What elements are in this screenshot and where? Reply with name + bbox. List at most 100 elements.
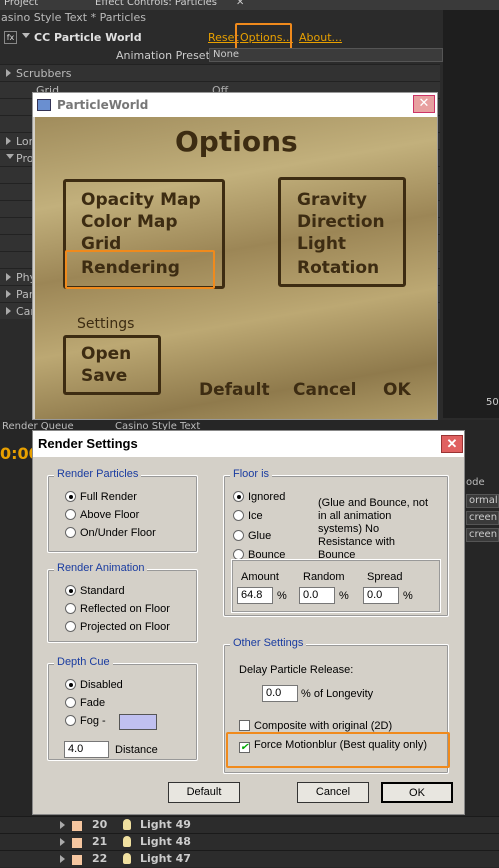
- radio-fade[interactable]: Fade: [65, 697, 105, 709]
- group-legend: Render Particles: [54, 468, 142, 480]
- delay-label: Delay Particle Release:: [239, 664, 354, 676]
- floor-params-box: [231, 559, 441, 613]
- longevity-label: % of Longevity: [301, 688, 374, 700]
- expand-arrow-icon[interactable]: [22, 33, 30, 38]
- radio-fog[interactable]: Fog -: [65, 715, 106, 727]
- options-heading: Options: [175, 125, 298, 158]
- radio-icon: [65, 621, 76, 632]
- window-icon: [37, 99, 51, 111]
- radio-icon: [65, 509, 76, 520]
- radio-icon: [233, 491, 244, 502]
- spread-input[interactable]: 0.0: [363, 587, 399, 604]
- rotation-item[interactable]: Rotation: [297, 257, 379, 279]
- presets-label: Animation Presets:: [116, 49, 220, 62]
- radio-glue[interactable]: Glue: [233, 530, 271, 542]
- delay-input[interactable]: 0.0: [262, 685, 298, 702]
- light-icon: [123, 836, 131, 847]
- distance-label: Distance: [115, 744, 158, 756]
- amount-input[interactable]: 64.8: [237, 587, 273, 604]
- cancel-item[interactable]: Cancel: [293, 379, 356, 401]
- particleworld-titlebar: ParticleWorld ✕: [33, 93, 437, 117]
- cancel-button[interactable]: Cancel: [297, 782, 369, 803]
- group-legend: Other Settings: [230, 637, 307, 649]
- top-tab-bar: [0, 0, 499, 10]
- settings-label: Settings: [77, 316, 135, 332]
- group-legend: Floor is: [230, 468, 273, 480]
- tab-project[interactable]: Project: [4, 0, 38, 8]
- radio-icon: [233, 510, 244, 521]
- radio-ignored[interactable]: Ignored: [233, 491, 285, 503]
- radio-ice[interactable]: Ice: [233, 510, 263, 522]
- light-icon: [123, 853, 131, 864]
- group-legend: Depth Cue: [54, 656, 113, 668]
- prop-row-scrubbers[interactable]: Scrubbers: [0, 64, 440, 81]
- rendering-highlight: [65, 250, 215, 289]
- fx-icon[interactable]: fx: [4, 31, 17, 44]
- light-item[interactable]: Light: [297, 233, 346, 255]
- composite-checkbox[interactable]: Composite with original (2D): [239, 720, 392, 732]
- spread-label: Spread: [367, 571, 403, 583]
- checkbox-icon: [239, 720, 250, 731]
- composition-viewer-strip: [443, 10, 499, 418]
- save-item[interactable]: Save: [81, 365, 127, 387]
- radio-disabled[interactable]: Disabled: [65, 679, 123, 691]
- tab-close-icon[interactable]: ✕: [236, 0, 244, 8]
- ok-button[interactable]: OK: [381, 782, 453, 803]
- radio-above-floor[interactable]: Above Floor: [65, 509, 139, 521]
- pct-label: %: [339, 590, 349, 602]
- open-item[interactable]: Open: [81, 343, 131, 365]
- pct-label: %: [403, 590, 413, 602]
- radio-full-render[interactable]: Full Render: [65, 491, 137, 503]
- label-color-swatch[interactable]: [72, 838, 82, 848]
- mode-dropdown[interactable]: creen: [466, 511, 499, 525]
- radio-standard[interactable]: Standard: [65, 585, 125, 597]
- mode-dropdown[interactable]: creen: [466, 528, 499, 542]
- radio-projected-on-floor[interactable]: Projected on Floor: [65, 621, 170, 633]
- close-icon[interactable]: ✕: [413, 95, 435, 113]
- particleworld-window: ParticleWorld ✕ Options Opacity Map Colo…: [32, 92, 438, 420]
- color-map-item[interactable]: Color Map: [81, 211, 178, 233]
- amount-label: Amount: [241, 571, 279, 583]
- opacity-map-item[interactable]: Opacity Map: [81, 189, 201, 211]
- light-icon: [123, 819, 131, 830]
- mode-dropdown[interactable]: ormal: [466, 494, 499, 508]
- layer-row[interactable]: 21 Light 48: [0, 833, 499, 850]
- direction-item[interactable]: Direction: [297, 211, 385, 233]
- render-settings-titlebar: Render Settings ✕: [33, 431, 464, 457]
- default-item[interactable]: Default: [199, 379, 270, 401]
- distance-input[interactable]: 4.0: [64, 741, 109, 758]
- render-settings-title: Render Settings: [38, 436, 138, 451]
- radio-on-under-floor[interactable]: On/Under Floor: [65, 527, 156, 539]
- layer-row[interactable]: 20 Light 49: [0, 816, 499, 833]
- label-color-swatch[interactable]: [72, 821, 82, 831]
- motionblur-highlight: [226, 732, 450, 768]
- radio-reflected-on-floor[interactable]: Reflected on Floor: [65, 603, 170, 615]
- radio-icon: [65, 585, 76, 596]
- radio-icon: [65, 715, 76, 726]
- presets-dropdown[interactable]: None: [209, 48, 443, 62]
- radio-icon: [65, 527, 76, 538]
- label-color-swatch[interactable]: [72, 855, 82, 865]
- radio-icon: [65, 697, 76, 708]
- radio-icon: [65, 491, 76, 502]
- particleworld-title: ParticleWorld: [57, 98, 149, 112]
- tab-effect-controls[interactable]: Effect Controls: Particles: [95, 0, 217, 8]
- random-label: Random: [303, 571, 345, 583]
- gravity-item[interactable]: Gravity: [297, 189, 367, 211]
- about-link[interactable]: About...: [299, 31, 342, 44]
- floor-note: (Glue and Bounce, not in all animation s…: [318, 497, 429, 561]
- ok-item[interactable]: OK: [383, 379, 411, 401]
- layer-row[interactable]: 22 Light 47: [0, 850, 499, 867]
- group-legend: Render Animation: [54, 562, 148, 574]
- default-button[interactable]: Default: [168, 782, 240, 803]
- render-settings-dialog: Render Settings ✕ Render Particles Full …: [32, 430, 465, 815]
- pct-label: %: [277, 590, 287, 602]
- effect-name: CC Particle World: [34, 31, 142, 44]
- random-input[interactable]: 0.0: [299, 587, 335, 604]
- radio-icon: [65, 603, 76, 614]
- fog-color-swatch[interactable]: [119, 714, 157, 730]
- close-icon[interactable]: ✕: [441, 435, 463, 453]
- zoom-value[interactable]: 50: [486, 397, 499, 408]
- mode-header: ode: [466, 477, 485, 488]
- panel-title: asino Style Text * Particles: [1, 11, 146, 24]
